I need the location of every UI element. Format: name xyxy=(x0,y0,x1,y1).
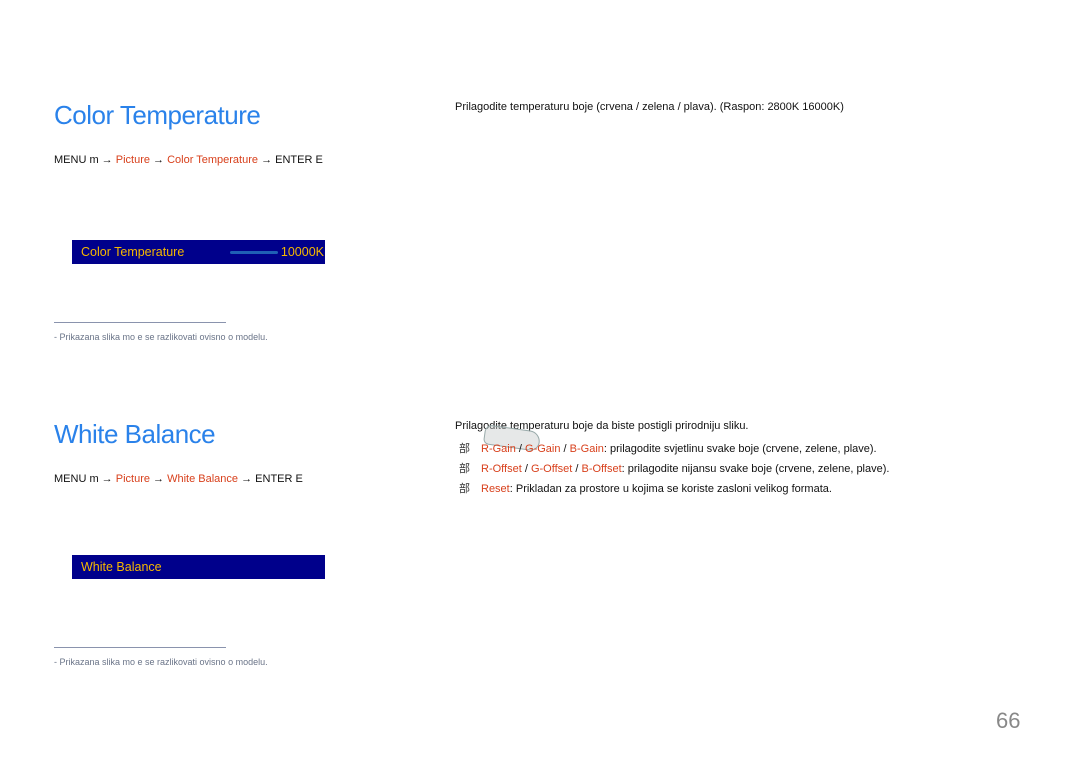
osd-label: Color Temperature xyxy=(81,245,185,259)
bullet-marker-icon: 部 xyxy=(459,483,470,495)
bullet-text: : Prikladan za prostore u kojima se kori… xyxy=(509,483,832,495)
osd-white-balance: White Balance xyxy=(72,555,325,579)
menu-label: MENU m xyxy=(54,154,99,166)
menu-path-color-temperature: MENU m → Picture → Color Temperature → E… xyxy=(54,154,323,166)
arrow: → xyxy=(101,154,113,166)
separator: / xyxy=(515,443,526,455)
arrow: → xyxy=(153,154,165,166)
b-offset: B-Offset xyxy=(581,463,622,475)
path-enter: ENTER E xyxy=(255,473,303,485)
menu-label: MENU m xyxy=(54,473,99,485)
path-picture: Picture xyxy=(115,473,150,485)
description-color-temperature: Prilagodite temperaturu boje (crvena / z… xyxy=(455,101,844,113)
separator: / xyxy=(560,443,570,455)
section-title-white-balance: White Balance xyxy=(54,419,216,449)
footnote: - Prikazana slika mo e se razlikovati ov… xyxy=(54,657,268,667)
b-gain: B-Gain xyxy=(569,443,604,455)
path-white-balance: White Balance xyxy=(167,473,239,485)
g-gain: G-Gain xyxy=(525,443,561,455)
bullet-marker-icon: 部 xyxy=(459,443,470,455)
bullet-text: : prilagodite svjetlinu svake boje (crve… xyxy=(603,443,877,455)
footnote-divider xyxy=(54,647,226,648)
menu-path-white-balance: MENU m → Picture → White Balance → ENTER… xyxy=(54,473,303,485)
r-offset: R-Offset xyxy=(481,463,522,475)
path-picture: Picture xyxy=(115,154,150,166)
reset: Reset xyxy=(481,483,510,495)
g-offset: G-Offset xyxy=(530,463,573,475)
arrow: → xyxy=(241,473,253,485)
arrow: → xyxy=(101,473,113,485)
section-title-color-temperature: Color Temperature xyxy=(54,100,261,130)
osd-slider-bar xyxy=(230,251,278,254)
osd-label: White Balance xyxy=(81,560,162,574)
separator: / xyxy=(521,463,531,475)
bullet-offset: 部 R-Offset / G-Offset / B-Offset: prilago… xyxy=(459,460,889,476)
osd-value: 10000K xyxy=(280,245,324,259)
path-enter: ENTER E xyxy=(275,154,323,166)
bullet-marker-icon: 部 xyxy=(459,463,470,475)
r-gain: R-Gain xyxy=(481,443,516,455)
page-number: 66 xyxy=(996,708,1021,733)
path-color-temperature: Color Temperature xyxy=(167,154,259,166)
bullet-reset: 部 Reset: Prikladan za prostore u kojima s… xyxy=(459,480,832,496)
osd-color-temperature: Color Temperature 10000K xyxy=(72,240,325,264)
footnote: - Prikazana slika mo e se razlikovati ov… xyxy=(54,332,268,342)
bullet-gain: 部 R-Gain / G-Gain / B-Gain: prilagodite s… xyxy=(459,440,877,456)
bullet-text: : prilagodite nijansu svake boje (crvene… xyxy=(621,463,890,475)
footnote-divider xyxy=(54,322,226,323)
arrow: → xyxy=(261,154,273,166)
arrow: → xyxy=(153,473,165,485)
